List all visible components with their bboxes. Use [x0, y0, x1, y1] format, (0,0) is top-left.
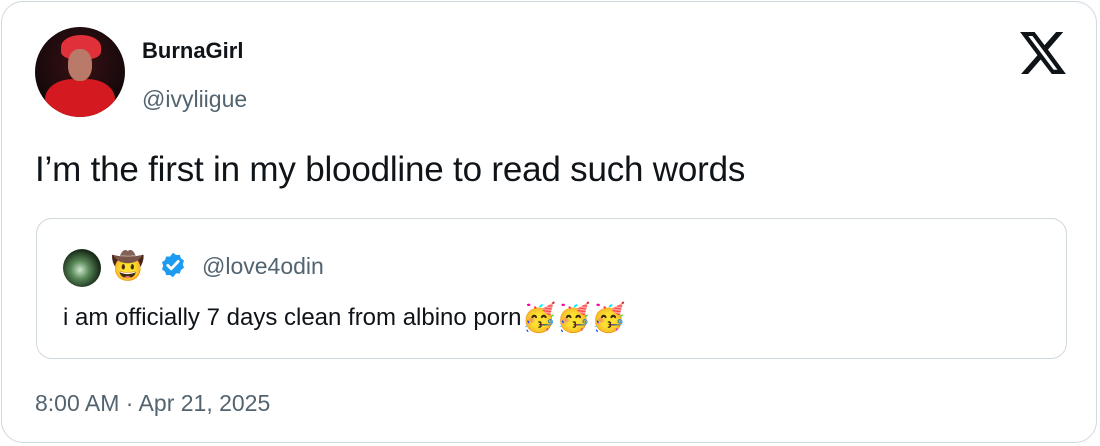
quoted-text-body: i am officially 7 days clean from albino…	[63, 304, 522, 331]
tweet-timestamp[interactable]: 8:00 AM · Apr 21, 2025	[35, 390, 270, 417]
quoted-author-handle[interactable]: @love4odin	[202, 253, 324, 280]
author-avatar[interactable]	[35, 27, 125, 117]
tweet-card[interactable]: BurnaGirl @ivyliigue I’m the first in my…	[1, 1, 1097, 443]
x-logo-icon[interactable]	[1020, 32, 1066, 74]
quoted-tweet[interactable]: 🤠 @love4odin i am officially 7 days clea…	[36, 218, 1067, 359]
author-handle[interactable]: @ivyliigue	[142, 86, 247, 113]
avatar-face	[68, 49, 92, 81]
quoted-author-avatar[interactable]	[63, 249, 101, 287]
tweet-text: I’m the first in my bloodline to read su…	[35, 150, 746, 189]
avatar-clothing	[45, 79, 115, 117]
party-face-emoji: 🥳🥳🥳	[521, 302, 627, 333]
quoted-tweet-text: i am officially 7 days clean from albino…	[63, 301, 626, 334]
quoted-author-emoji: 🤠	[111, 251, 145, 281]
verified-badge-icon	[162, 252, 184, 278]
author-display-name[interactable]: BurnaGirl	[142, 38, 243, 64]
